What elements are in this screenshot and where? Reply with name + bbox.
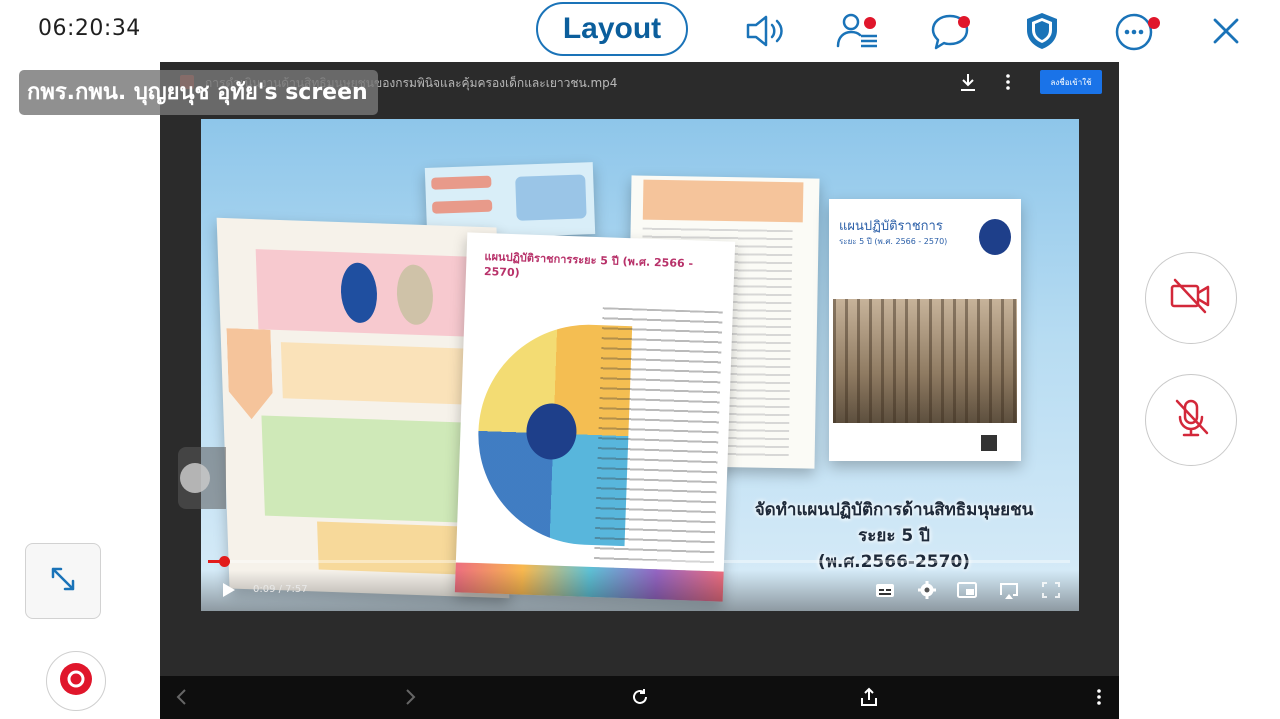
progress-knob[interactable] <box>219 556 230 567</box>
miniplayer-icon[interactable] <box>956 580 978 600</box>
time-display: 0:09 / 7:57 <box>253 584 308 595</box>
more-badge <box>1148 17 1160 29</box>
expand-icon <box>48 564 78 598</box>
camera-off-icon <box>1167 276 1215 320</box>
expand-button[interactable] <box>25 543 101 619</box>
status-clock: 06:20:34 <box>38 16 141 41</box>
file-menu-icon[interactable] <box>1002 72 1014 92</box>
mic-off-button[interactable] <box>1145 374 1237 466</box>
fullscreen-icon[interactable] <box>1040 580 1062 600</box>
presenter-label: กพร.กพน. บุญยนุช อุทัย's screen <box>19 70 378 115</box>
reload-icon[interactable] <box>629 686 651 708</box>
record-button[interactable] <box>46 651 106 711</box>
participants-icon[interactable] <box>834 8 882 54</box>
share-icon[interactable] <box>858 686 880 708</box>
record-icon <box>59 662 93 700</box>
video-player[interactable]: แผนปฏิบัติราชการระยะ 5 ปี (พ.ศ. 2566 - 2… <box>201 119 1079 611</box>
mic-off-icon <box>1169 395 1213 445</box>
video-controls <box>201 570 1079 611</box>
cover-subtitle: ระยะ 5 ปี (พ.ศ. 2566 - 2570) <box>839 237 948 246</box>
progress-track[interactable] <box>208 560 1070 563</box>
caption-line-1: จัดทำแผนปฏิบัติการด้านสิทธิมนุษยชน <box>754 500 1034 520</box>
brochure-title: แผนปฏิบัติราชการระยะ 5 ปี (พ.ศ. 2566 - 2… <box>483 250 694 280</box>
speaker-icon[interactable] <box>742 8 790 54</box>
signin-button[interactable]: ลงชื่อเข้าใช้ <box>1040 70 1102 94</box>
caption-line-2: ระยะ 5 ปี <box>858 526 930 546</box>
video-caption: จัดทำแผนปฏิบัติการด้านสิทธิมนุษยชน ระยะ … <box>729 497 1059 575</box>
download-icon[interactable] <box>959 72 977 92</box>
plan-cover-document: แผนปฏิบัติราชการ ระยะ 5 ปี (พ.ศ. 2566 - … <box>829 199 1021 461</box>
settings-icon[interactable] <box>916 580 938 600</box>
cover-title: แผนปฏิบัติราชการ <box>839 219 943 234</box>
back-icon[interactable] <box>171 686 193 708</box>
subtitles-icon[interactable] <box>874 580 896 600</box>
forward-icon[interactable] <box>399 686 421 708</box>
close-icon[interactable] <box>1202 8 1250 54</box>
shield-icon[interactable] <box>1018 8 1066 54</box>
strategy-brochure: แผนปฏิบัติราชการระยะ 5 ปี (พ.ศ. 2566 - 2… <box>454 232 736 602</box>
participants-badge <box>864 17 876 29</box>
camera-off-button[interactable] <box>1145 252 1237 344</box>
more-icon[interactable] <box>1110 8 1160 54</box>
play-icon[interactable] <box>218 580 240 600</box>
drag-knob[interactable] <box>180 463 210 493</box>
menu-icon[interactable] <box>1088 686 1110 708</box>
chat-badge <box>958 16 970 28</box>
layout-button[interactable]: Layout <box>536 2 688 56</box>
chat-icon[interactable] <box>926 8 974 54</box>
cast-icon[interactable] <box>998 580 1020 600</box>
